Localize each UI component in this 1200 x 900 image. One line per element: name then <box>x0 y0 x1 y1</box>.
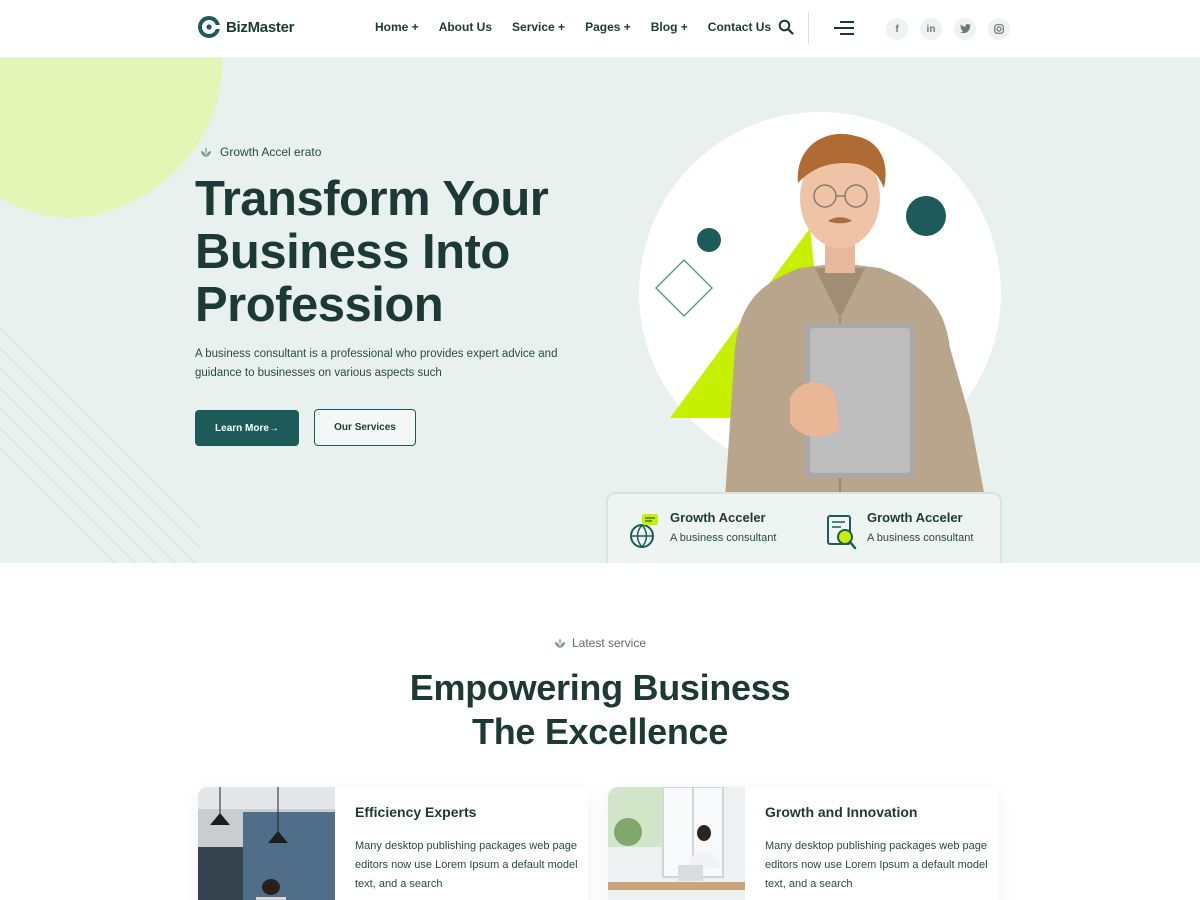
office-photo <box>608 787 745 900</box>
report-search-icon <box>827 515 857 550</box>
hero-eyebrow-text: Growth Accel erato <box>220 145 322 159</box>
nav-blog[interactable]: Blog + <box>651 20 688 34</box>
menu-icon[interactable] <box>834 20 854 36</box>
decorative-lines <box>0 328 200 563</box>
services-title-line2: The Excellence <box>472 711 728 752</box>
search-icon[interactable] <box>778 19 794 35</box>
linkedin-icon[interactable]: in <box>920 18 942 40</box>
logo-icon <box>198 16 220 38</box>
hero-title: Transform Your Business Into Profession <box>195 172 549 332</box>
service-card-text: Many desktop publishing packages web pag… <box>355 840 578 890</box>
stat-description: A business consultant <box>670 532 777 544</box>
hero-person-image <box>654 133 985 498</box>
services-title: Empowering Business The Excellence <box>0 666 1200 754</box>
services-eyebrow: Latest service <box>0 636 1200 650</box>
header-divider <box>808 12 809 44</box>
logo[interactable]: BizMaster <box>198 16 294 38</box>
service-card-title: Efficiency Experts <box>355 804 477 820</box>
nav-service[interactable]: Service + <box>512 20 565 34</box>
hero-eyebrow: Growth Accel erato <box>200 145 321 159</box>
twitter-icon[interactable] <box>954 18 976 40</box>
nav-contact[interactable]: Contact Us <box>708 20 771 34</box>
stats-box: Growth Acceler A business consultant Gro… <box>606 492 1002 563</box>
services-title-line1: Empowering Business <box>409 667 791 708</box>
service-card[interactable]: Growth and Innovation Many desktop publi… <box>608 787 998 900</box>
main-nav: Home + About Us Service + Pages + Blog +… <box>375 20 771 34</box>
leaf-icon <box>554 638 565 648</box>
site-header: BizMaster Home + About Us Service + Page… <box>0 0 1200 58</box>
nav-pages[interactable]: Pages + <box>585 20 631 34</box>
facebook-icon[interactable]: f <box>886 18 908 40</box>
stat-description: A business consultant <box>867 532 974 544</box>
social-links: f in <box>886 18 1010 40</box>
service-card-title: Growth and Innovation <box>765 804 918 820</box>
services-eyebrow-text: Latest service <box>571 636 647 650</box>
leaf-icon <box>201 147 211 157</box>
nav-home[interactable]: Home + <box>375 20 419 34</box>
learn-more-button[interactable]: Learn More→ <box>195 410 299 446</box>
logo-text: BizMaster <box>226 18 295 36</box>
hero-description: A business consultant is a professional … <box>195 348 558 379</box>
globe-chat-icon <box>630 514 658 548</box>
hero-section: Growth Accel erato Transform Your Busine… <box>0 58 1200 563</box>
stat-item: Growth Acceler A business consultant <box>628 510 776 550</box>
instagram-icon[interactable] <box>988 18 1010 40</box>
stat-title: Growth Acceler <box>670 510 766 525</box>
office-photo <box>198 787 335 900</box>
stat-title: Growth Acceler <box>867 510 963 525</box>
stat-item: Growth Acceler A business consultant <box>825 510 973 550</box>
service-card-text: Many desktop publishing packages web pag… <box>765 840 988 890</box>
our-services-button[interactable]: Our Services <box>314 409 416 446</box>
service-card[interactable]: Efficiency Experts Many desktop publishi… <box>198 787 588 900</box>
nav-about[interactable]: About Us <box>439 20 492 34</box>
